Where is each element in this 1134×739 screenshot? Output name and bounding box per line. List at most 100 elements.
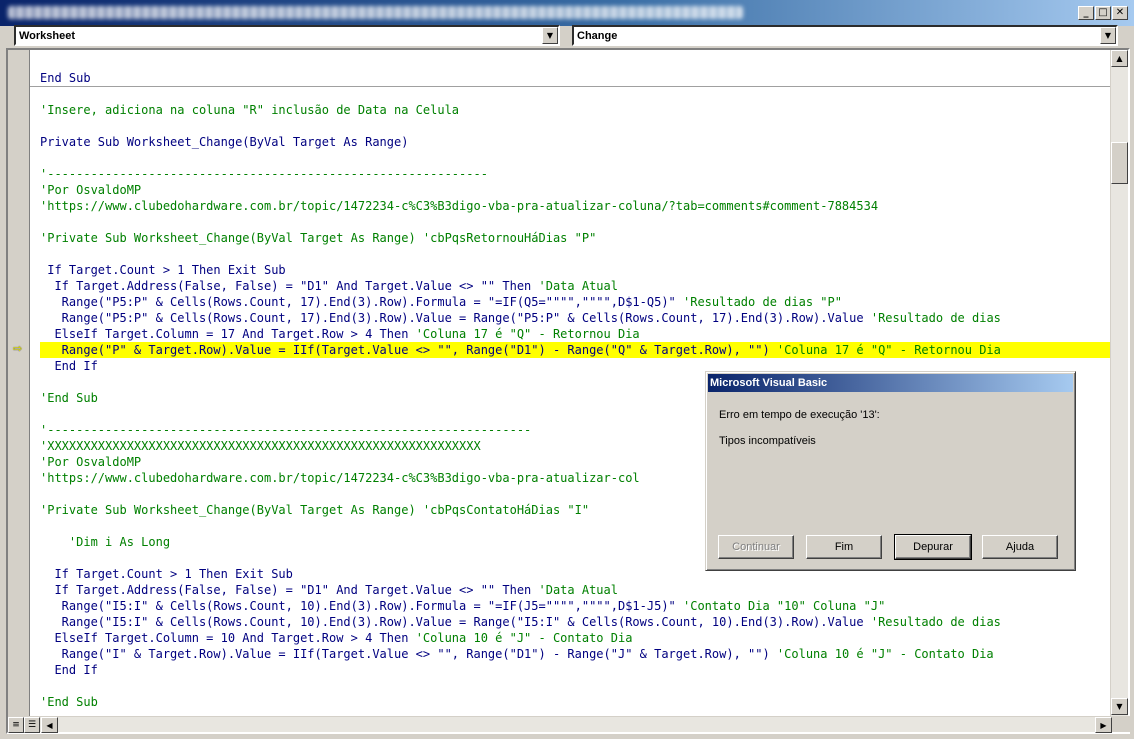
code-comment: 'Coluna 10 é "J" - Contato Dia [415,631,633,645]
code-line[interactable]: ElseIf Target.Column = 17 And Target.Row… [40,326,640,342]
code-text: Range("I" & Target.Row).Value = IIf(Targ… [40,647,777,661]
code-line[interactable]: 'Private Sub Worksheet_Change(ByVal Targ… [40,502,589,518]
help-button[interactable]: Ajuda [982,535,1058,559]
code-text: End If [40,663,98,677]
maximize-icon: □ [1098,7,1108,18]
code-comment: 'Private Sub Worksheet_Change(ByVal Targ… [40,503,590,517]
object-combo-value: Worksheet [19,30,76,42]
code-comment: 'Coluna 17 é "Q" - Retornou Dia [415,327,640,341]
code-text: End Sub [40,71,91,85]
minimize-button[interactable]: _ [1078,6,1094,20]
code-text: If Target.Count > 1 Then Exit Sub [40,263,286,277]
margin-indicator-bar[interactable]: ⇨ [8,50,30,716]
code-text: Range("I5:I" & Cells(Rows.Count, 10).End… [40,615,871,629]
code-comment: 'Por OsvaldoMP [40,183,142,197]
object-combo[interactable]: Worksheet ▼ [14,25,560,46]
code-line[interactable]: Range("P5:P" & Cells(Rows.Count, 17).End… [40,294,842,310]
maximize-button[interactable]: □ [1095,6,1111,20]
code-comment: 'Dim i As Long [40,535,171,549]
code-comment: 'Data Atual [538,279,618,293]
code-line[interactable]: 'End Sub [40,694,98,710]
code-comment: 'https://www.clubedohardware.com.br/topi… [40,471,640,485]
code-comment: '---------------------------------------… [40,167,488,181]
dialog-message: Tipos incompatíveis [719,435,816,447]
code-text: ElseIf Target.Column = 10 And Target.Row… [40,631,416,645]
code-text: Range("I5:I" & Cells(Rows.Count, 10).End… [40,599,683,613]
code-text: If Target.Count > 1 Then Exit Sub [40,567,293,581]
code-line[interactable]: 'https://www.clubedohardware.com.br/topi… [40,470,640,486]
code-comment: 'Private Sub Worksheet_Change(ByVal Targ… [40,231,597,245]
procedure-view-icon[interactable]: ≡ [8,717,24,733]
runtime-error-dialog: Microsoft Visual Basic Erro em tempo de … [705,371,1076,571]
code-line[interactable]: End If [40,662,98,678]
code-comment: 'XXXXXXXXXXXXXXXXXXXXXXXXXXXXXXXXXXXXXXX… [40,439,481,453]
code-line[interactable]: 'End Sub [40,390,98,406]
horizontal-scrollbar[interactable]: ≡ ☰ ◀ ▶ [8,716,1112,733]
triangle-left-icon[interactable]: ◀ [41,717,58,733]
highlighted-code-line[interactable]: Range("P" & Target.Row).Value = IIf(Targ… [40,342,1112,358]
code-line[interactable]: End Sub [40,70,91,86]
code-line[interactable]: 'https://www.clubedohardware.com.br/topi… [40,198,878,214]
code-comment: 'End Sub [40,391,98,405]
code-line[interactable]: If Target.Count > 1 Then Exit Sub [40,566,293,582]
arrow-right-icon: ⇨ [13,342,23,355]
close-icon: ✕ [1115,7,1125,18]
debug-button[interactable]: Depurar [894,534,972,560]
scrollbar-corner [1112,716,1130,732]
minimize-icon: _ [1083,7,1089,18]
procedure-separator [30,86,1112,87]
triangle-right-icon[interactable]: ▶ [1095,717,1112,733]
vertical-scrollbar[interactable]: ▲ ▼ [1110,50,1128,716]
triangle-up-icon[interactable]: ▲ [1111,50,1128,67]
code-comment: 'Data Atual [538,583,618,597]
code-comment: 'Coluna 17 é "Q" - Retornou Dia [776,343,1001,357]
code-line[interactable]: Range("I5:I" & Cells(Rows.Count, 10).End… [40,614,1001,630]
code-text: Range("P" & Target.Row).Value = IIf(Targ… [40,343,777,357]
code-comment: 'https://www.clubedohardware.com.br/topi… [40,199,879,213]
code-line[interactable]: '---------------------------------------… [40,166,488,182]
code-line[interactable]: Range("P5:P" & Cells(Rows.Count, 17).End… [40,310,1001,326]
code-line[interactable]: If Target.Address(False, False) = "D1" A… [40,582,618,598]
continue-button[interactable]: Continuar [718,535,794,559]
code-line[interactable]: Range("I" & Target.Row).Value = IIf(Targ… [40,646,994,662]
dialog-error-line: Erro em tempo de execução '13': [719,409,880,421]
code-line[interactable]: 'Private Sub Worksheet_Change(ByVal Targ… [40,230,596,246]
code-comment: '---------------------------------------… [40,423,532,437]
window-title [8,6,743,19]
code-line[interactable]: If Target.Count > 1 Then Exit Sub [40,262,286,278]
full-module-view-icon[interactable]: ☰ [24,717,40,733]
code-comment: 'Por OsvaldoMP [40,455,142,469]
vertical-scroll-thumb[interactable] [1111,142,1128,184]
code-text: Range("P5:P" & Cells(Rows.Count, 17).End… [40,295,683,309]
code-comment: 'Resultado de dias [870,311,1001,325]
close-button[interactable]: ✕ [1112,6,1128,20]
code-comment: 'Contato Dia "10" Coluna "J" [683,599,886,613]
procedure-combo-value: Change [577,30,618,42]
window-titlebar[interactable]: _ □ ✕ [0,0,1134,26]
code-line[interactable]: 'Por OsvaldoMP [40,454,141,470]
code-comment: 'Coluna 10 é "J" - Contato Dia [776,647,994,661]
code-text: If Target.Address(False, False) = "D1" A… [40,279,539,293]
code-text: Range("P5:P" & Cells(Rows.Count, 17).End… [40,311,871,325]
code-text: End If [40,359,98,373]
code-line[interactable]: 'Insere, adiciona na coluna "R" inclusão… [40,102,459,118]
triangle-down-icon[interactable]: ▼ [1111,698,1128,715]
procedure-combo[interactable]: Change ▼ [572,25,1118,46]
code-line[interactable]: '---------------------------------------… [40,422,531,438]
code-line[interactable]: Range("I5:I" & Cells(Rows.Count, 10).End… [40,598,886,614]
dialog-title[interactable]: Microsoft Visual Basic [708,374,1073,392]
code-comment: 'Resultado de dias "P" [683,295,842,309]
chevron-down-icon[interactable]: ▼ [542,27,558,44]
code-line[interactable]: 'XXXXXXXXXXXXXXXXXXXXXXXXXXXXXXXXXXXXXXX… [40,438,481,454]
chevron-down-icon[interactable]: ▼ [1100,27,1116,44]
code-line[interactable]: 'Por OsvaldoMP [40,182,141,198]
code-line[interactable]: If Target.Address(False, False) = "D1" A… [40,278,618,294]
code-comment: 'End Sub [40,695,98,709]
code-line[interactable]: 'Dim i As Long [40,534,170,550]
end-button[interactable]: Fim [806,535,882,559]
code-line[interactable]: Private Sub Worksheet_Change(ByVal Targe… [40,134,408,150]
code-text: If Target.Address(False, False) = "D1" A… [40,583,539,597]
code-comment: 'Resultado de dias [870,615,1001,629]
code-line[interactable]: End If [40,358,98,374]
code-line[interactable]: ElseIf Target.Column = 10 And Target.Row… [40,630,632,646]
